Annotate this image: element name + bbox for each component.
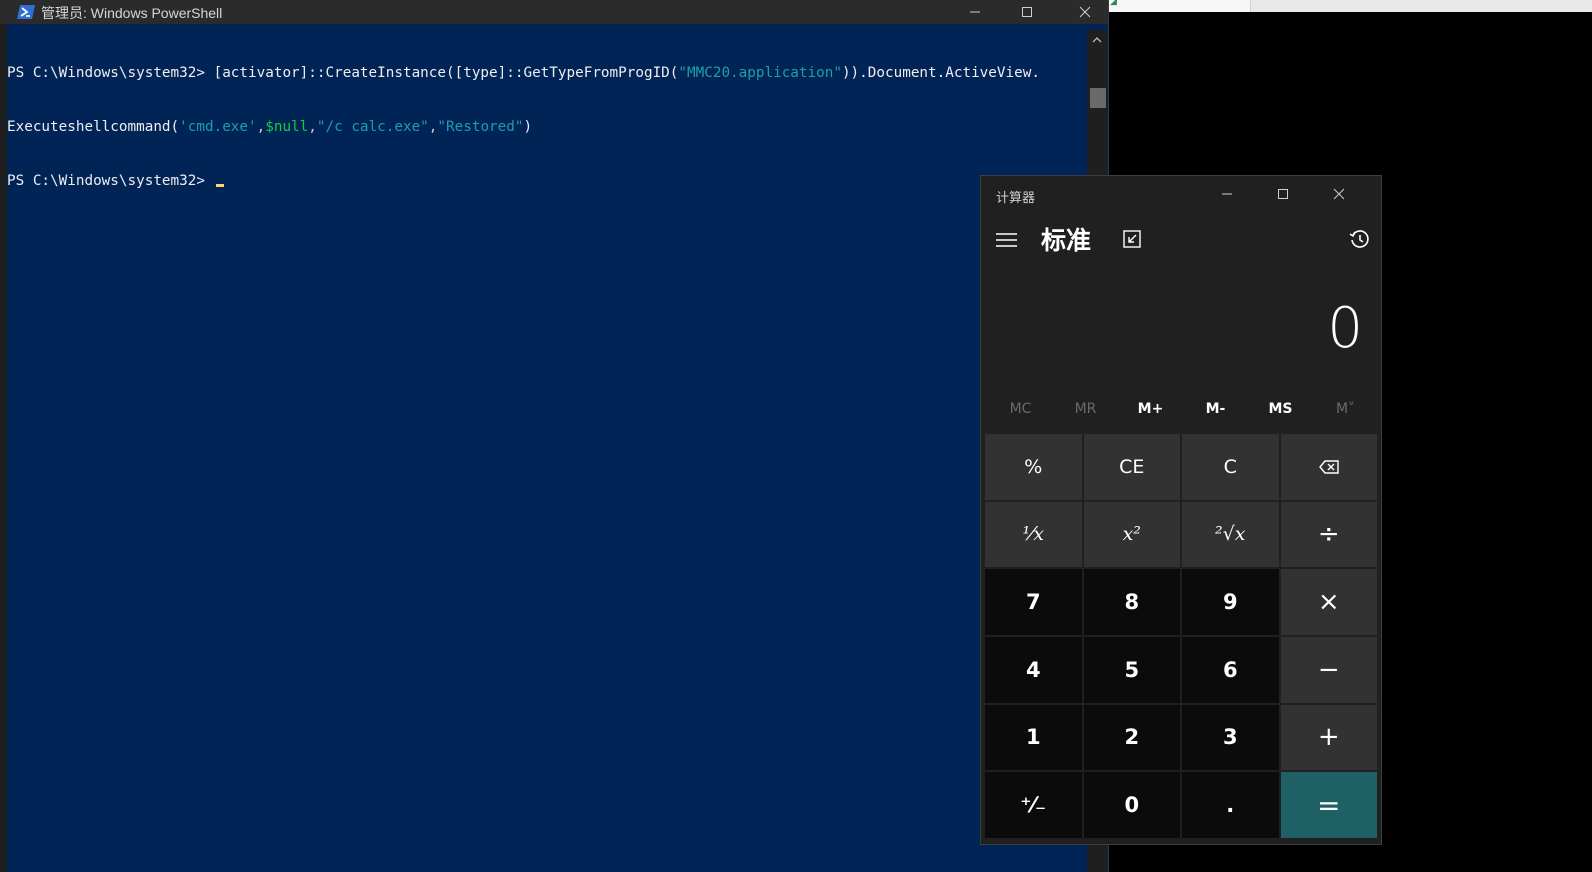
memory-add-button[interactable]: M+ xyxy=(1118,394,1183,424)
digit-2-button[interactable]: 2 xyxy=(1083,704,1180,771)
scroll-up-button[interactable] xyxy=(1087,30,1107,50)
square-root-label: ²√x xyxy=(1215,523,1246,546)
memory-subtract-button[interactable]: M- xyxy=(1183,394,1248,424)
reciprocal-button[interactable]: ¹⁄x xyxy=(985,501,1082,568)
square-button[interactable]: x² xyxy=(1083,501,1180,568)
powershell-titlebar[interactable]: 管理员: Windows PowerShell xyxy=(0,0,1108,24)
scrollbar-thumb[interactable] xyxy=(1090,88,1106,108)
powershell-icon xyxy=(17,5,35,19)
digit-5-button[interactable]: 5 xyxy=(1083,636,1180,703)
memory-recall-button[interactable]: MR xyxy=(1053,394,1118,424)
clear-entry-button[interactable]: CE xyxy=(1083,434,1180,500)
code: Executeshellcommand( xyxy=(7,119,180,135)
maximize-icon xyxy=(1022,7,1032,17)
result-display: 0 xyxy=(1327,296,1363,361)
text-cursor xyxy=(215,184,224,187)
square-label: x² xyxy=(1122,523,1141,546)
digit-9-button[interactable]: 9 xyxy=(1182,569,1279,635)
multiply-button[interactable]: × xyxy=(1280,569,1377,635)
window-left-edge xyxy=(0,0,7,872)
keypad: % CE C ¹⁄x x² ²√x ÷ 7 8 9 × 4 5 6 − 1 2 … xyxy=(985,434,1377,838)
powershell-window: 管理员: Windows PowerShell PS C:\Windows\sy… xyxy=(0,0,1109,872)
calculator-header: 标准 xyxy=(981,216,1381,262)
calc-minimize-button[interactable] xyxy=(1199,176,1255,212)
clear-button[interactable]: C xyxy=(1182,434,1279,500)
digit-7-button[interactable]: 7 xyxy=(985,569,1082,635)
variable: $null xyxy=(265,119,309,135)
prompt: PS C:\Windows\system32> xyxy=(7,65,214,81)
code: )).Document.ActiveView. xyxy=(841,65,1040,81)
hamburger-menu-icon[interactable] xyxy=(995,230,1019,250)
percent-button[interactable]: % xyxy=(985,434,1082,500)
calculator-title: 计算器 xyxy=(996,191,1036,206)
calc-close-button[interactable] xyxy=(1311,176,1367,212)
decimal-button[interactable]: . xyxy=(1182,772,1279,838)
digit-6-button[interactable]: 6 xyxy=(1182,636,1279,703)
comma: , xyxy=(308,119,317,135)
string-literal: "Restored" xyxy=(437,119,524,135)
code: [activator]::CreateInstance([type]::GetT… xyxy=(213,65,679,81)
memory-row: MC MR M+ M- MS M˅ xyxy=(988,394,1378,424)
minimize-button[interactable] xyxy=(952,0,998,24)
powershell-title: 管理员: Windows PowerShell xyxy=(41,5,223,21)
string-literal: "/c calc.exe" xyxy=(316,119,429,135)
background-window-strip: ◢ xyxy=(1108,0,1592,12)
memory-list-button[interactable]: M˅ xyxy=(1313,394,1378,424)
digit-4-button[interactable]: 4 xyxy=(985,636,1082,703)
negate-button[interactable]: ⁺⁄₋ xyxy=(985,772,1082,838)
calculator-window: 计算器 标准 0 MC MR M+ M- MS M˅ % CE C ¹⁄x x²… xyxy=(980,175,1382,845)
equals-button[interactable]: = xyxy=(1280,772,1377,838)
console-line-2: Executeshellcommand('cmd.exe',$null,"/c … xyxy=(7,118,1087,136)
console-line-1: PS C:\Windows\system32> [activator]::Cre… xyxy=(7,64,1087,82)
prompt: PS C:\Windows\system32> xyxy=(7,173,214,189)
backspace-button[interactable] xyxy=(1280,434,1377,500)
memory-store-button[interactable]: MS xyxy=(1248,394,1313,424)
background-tab-icon: ◢ xyxy=(1110,0,1117,7)
backspace-icon xyxy=(1318,460,1339,474)
console-line-3: PS C:\Windows\system32> xyxy=(7,172,1087,190)
digit-0-button[interactable]: 0 xyxy=(1083,772,1180,838)
minimize-icon xyxy=(1222,193,1232,195)
maximize-icon xyxy=(1278,189,1288,199)
plus-button[interactable]: + xyxy=(1280,704,1377,771)
comma: , xyxy=(256,119,266,135)
history-icon[interactable] xyxy=(1348,228,1372,252)
square-root-button[interactable]: ²√x xyxy=(1182,501,1279,568)
minimize-icon xyxy=(970,11,980,13)
divide-button[interactable]: ÷ xyxy=(1280,501,1377,568)
minus-button[interactable]: − xyxy=(1280,636,1377,703)
digit-8-button[interactable]: 8 xyxy=(1083,569,1180,635)
console-output[interactable]: PS C:\Windows\system32> [activator]::Cre… xyxy=(7,28,1087,872)
chevron-up-icon xyxy=(1092,37,1102,43)
calc-maximize-button[interactable] xyxy=(1255,176,1311,212)
memory-clear-button[interactable]: MC xyxy=(988,394,1053,424)
maximize-button[interactable] xyxy=(1004,0,1050,24)
string-literal: "MMC20.application" xyxy=(678,65,842,81)
reciprocal-label: ¹⁄x xyxy=(1022,523,1044,546)
background-tab: ◢ xyxy=(1108,0,1251,12)
close-button[interactable] xyxy=(1062,0,1108,24)
string-literal: 'cmd.exe' xyxy=(179,119,257,135)
close-icon xyxy=(1333,188,1345,200)
digit-3-button[interactable]: 3 xyxy=(1182,704,1279,771)
mode-title: 标准 xyxy=(1041,226,1092,255)
close-icon xyxy=(1079,6,1091,18)
digit-1-button[interactable]: 1 xyxy=(985,704,1082,771)
keep-on-top-icon[interactable] xyxy=(1121,228,1143,250)
code: ) xyxy=(523,119,533,135)
